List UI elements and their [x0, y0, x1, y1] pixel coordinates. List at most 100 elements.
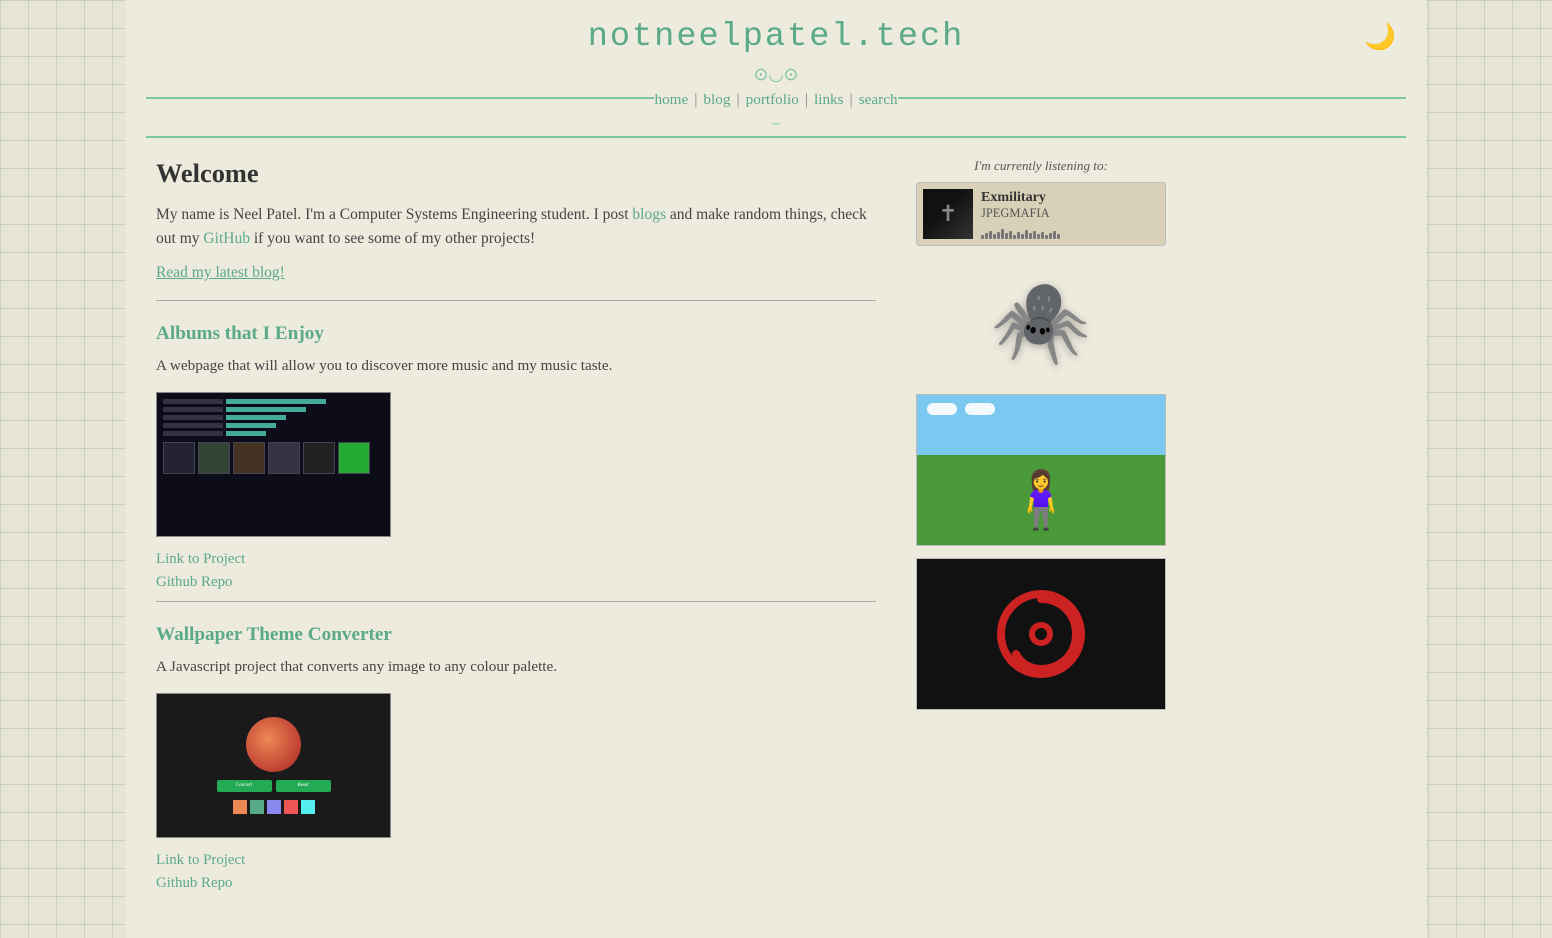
wallpaper-screenshot: Convert Reset: [156, 693, 391, 838]
palette-color-4: [284, 800, 298, 814]
site-header: notneelpatel.tech 🌙 ⊙◡⊙ home | blog | po…: [126, 0, 1426, 138]
nav-line-right: [898, 97, 1406, 99]
debian-scene-box: [916, 558, 1166, 710]
page-body: Welcome My name is Neel Patel. I'm a Com…: [126, 138, 1426, 938]
albums-section: Albums that I Enjoy A webpage that will …: [156, 323, 876, 602]
nav-sep3: |: [801, 91, 812, 108]
welcome-text-before: My name is Neel Patel. I'm a Computer Sy…: [156, 206, 632, 223]
github-link[interactable]: GitHub: [203, 230, 250, 247]
waveform-bar: [1029, 233, 1032, 239]
header-bottom-line: [146, 136, 1406, 138]
albums-bar-row-4: [163, 423, 384, 428]
nav-links[interactable]: links: [814, 91, 844, 108]
album-thumb: ✝: [923, 189, 973, 239]
albums-bar-label-2: [163, 407, 223, 412]
waveform-bar: [1057, 234, 1060, 239]
wallpaper-btn-2: Reset: [276, 780, 331, 792]
waveform-bar: [1053, 231, 1056, 239]
spiderman-icon: 🕷️: [991, 275, 1091, 369]
album-cover-3: [233, 442, 265, 474]
waveform-bar: [1049, 233, 1052, 239]
wallpaper-palette-row: [233, 800, 315, 814]
moon-icon[interactable]: 🌙: [1364, 22, 1396, 52]
album-cover-5: [303, 442, 335, 474]
debian-scene-inner: [917, 559, 1165, 709]
waveform-bar: [997, 232, 1000, 239]
nav-portfolio[interactable]: portfolio: [746, 91, 799, 108]
welcome-section: Welcome My name is Neel Patel. I'm a Com…: [156, 158, 876, 302]
palette-color-1: [233, 800, 247, 814]
album-thumb-inner: ✝: [923, 189, 973, 239]
wallpaper-project-link[interactable]: Link to Project: [156, 852, 876, 869]
wallpaper-title: Wallpaper Theme Converter: [156, 624, 876, 646]
wallpaper-circle: [246, 717, 301, 772]
cross-icon: ✝: [939, 201, 958, 227]
track-title: Exmilitary: [981, 189, 1159, 206]
clouds: [927, 403, 995, 415]
waveform-bar: [985, 233, 988, 239]
albums-bar-4: [226, 423, 276, 428]
waveform-bar: [981, 235, 984, 239]
nav-sep4: |: [846, 91, 857, 108]
nature-scene-box: 🧍‍♀️: [916, 394, 1166, 546]
albums-mock: [157, 393, 390, 536]
albums-project-link[interactable]: Link to Project: [156, 551, 876, 568]
waveform-bar: [993, 234, 996, 239]
read-blog-link[interactable]: Read my latest blog!: [156, 264, 876, 282]
main-content: Welcome My name is Neel Patel. I'm a Com…: [156, 158, 916, 898]
blogs-link[interactable]: blogs: [632, 206, 666, 223]
palette-color-3: [267, 800, 281, 814]
nav-blog[interactable]: blog: [703, 91, 730, 108]
albums-bar-5: [226, 431, 266, 436]
site-title: notneelpatel.tech: [126, 18, 1426, 56]
albums-bar-area: [163, 399, 384, 436]
album-cover-2: [198, 442, 230, 474]
waveform: [981, 225, 1159, 239]
nature-scene-inner: 🧍‍♀️: [917, 395, 1165, 545]
wallpaper-mock: Convert Reset: [157, 694, 390, 837]
debian-swirl-svg: [996, 589, 1086, 679]
wallpaper-section: Wallpaper Theme Converter A Javascript p…: [156, 624, 876, 892]
listening-label: I'm currently listening to:: [916, 158, 1166, 174]
wallpaper-btn-1: Convert: [217, 780, 272, 792]
waveform-bar: [1045, 235, 1048, 239]
albums-bar-2: [226, 407, 306, 412]
waveform-bar: [1021, 234, 1024, 239]
nature-scene: 🧍‍♀️: [917, 395, 1165, 545]
spiderman-container: 🕷️: [916, 262, 1166, 382]
waveform-bar: [1041, 232, 1044, 239]
anime-figure: 🧍‍♀️: [1006, 467, 1076, 533]
albums-repo-link[interactable]: Github Repo: [156, 574, 876, 591]
waveform-bar: [1013, 235, 1016, 239]
albums-bar-label-1: [163, 399, 223, 404]
waveform-bar: [1033, 231, 1036, 239]
albums-bar-1: [226, 399, 326, 404]
albums-title: Albums that I Enjoy: [156, 323, 876, 345]
nav-search[interactable]: search: [859, 91, 898, 108]
now-playing-card: ✝ Exmilitary JPEGMAFIA: [916, 182, 1166, 246]
album-cover-4: [268, 442, 300, 474]
waveform-bar: [1037, 234, 1040, 239]
welcome-text-end: if you want to see some of my other proj…: [250, 230, 535, 247]
wallpaper-repo-link[interactable]: Github Repo: [156, 875, 876, 892]
nav-center: ⊙◡⊙ home | blog | portfolio | links | se…: [654, 64, 897, 132]
waveform-bar: [1025, 230, 1028, 239]
albums-bar-label-4: [163, 423, 223, 428]
albums-bar-row-5: [163, 431, 384, 436]
album-cover-1: [163, 442, 195, 474]
waveform-bar: [1009, 231, 1012, 239]
albums-bar-label-5: [163, 431, 223, 436]
albums-bar-row-2: [163, 407, 384, 412]
wallpaper-desc: A Javascript project that converts any i…: [156, 656, 876, 679]
waveform-bar: [1005, 233, 1008, 239]
nav-sep: |: [690, 91, 701, 108]
sidebar: I'm currently listening to: ✝ Exmilitary…: [916, 158, 1166, 898]
track-info: Exmilitary JPEGMAFIA: [981, 189, 1159, 239]
welcome-paragraph: My name is Neel Patel. I'm a Computer Sy…: [156, 203, 876, 253]
nav-home[interactable]: home: [654, 91, 688, 108]
waveform-bar: [1017, 232, 1020, 239]
album-cover-6: [338, 442, 370, 474]
albums-screenshot: [156, 392, 391, 537]
waveform-bar: [1001, 229, 1004, 239]
welcome-divider: [156, 300, 876, 301]
